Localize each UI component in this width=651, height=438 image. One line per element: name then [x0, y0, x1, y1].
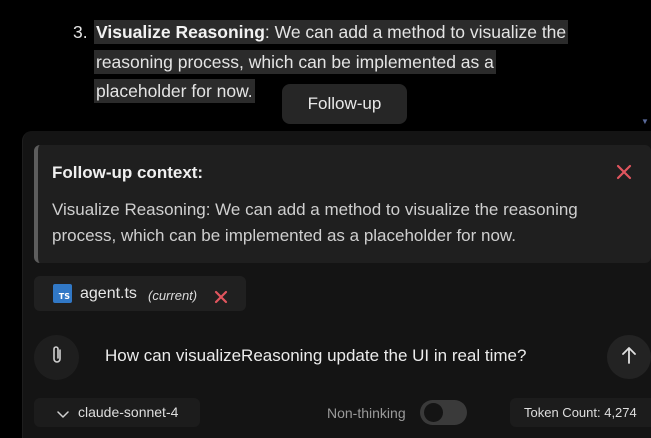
file-name: agent.ts	[80, 285, 137, 302]
list-item-line-2: reasoning process, which can be implemen…	[96, 51, 494, 72]
token-count: Token Count: 4,274	[524, 405, 637, 420]
model-select[interactable]: claude-sonnet-4	[34, 398, 200, 427]
follow-up-button[interactable]: Follow-up	[282, 84, 407, 124]
attach-button[interactable]	[34, 335, 79, 380]
list-item-line-3: placeholder for now.	[96, 81, 253, 101]
file-current-tag: (current)	[148, 288, 198, 303]
chevron-down-icon	[57, 407, 69, 418]
remove-file-icon[interactable]	[214, 290, 228, 304]
close-x-icon[interactable]	[612, 160, 636, 184]
follow-up-context-card: Follow-up context: Visualize Reasoning: …	[34, 145, 651, 263]
arrow-up-icon	[620, 345, 638, 370]
send-button[interactable]	[607, 335, 651, 379]
paperclip-icon	[50, 344, 64, 371]
thinking-label: Non-thinking	[327, 405, 406, 421]
thinking-toggle[interactable]	[420, 400, 467, 425]
attached-file-chip[interactable]: TS agent.ts (current)	[34, 276, 246, 311]
follow-up-context-body: Visualize Reasoning: We can add a method…	[52, 200, 578, 245]
typescript-file-icon: TS	[53, 284, 72, 303]
token-count-badge: Token Count: 4,274	[510, 398, 651, 427]
list-item-heading: Visualize Reasoning	[96, 22, 265, 42]
scroll-down-indicator[interactable]: ▼	[641, 117, 649, 126]
message-input[interactable]: How can visualizeReasoning update the UI…	[105, 346, 526, 366]
model-name: claude-sonnet-4	[78, 404, 179, 420]
follow-up-context-title: Follow-up context:	[52, 163, 204, 182]
list-number: 3.	[73, 22, 88, 42]
list-item-line-1: : We can add a method to visualize the	[264, 22, 567, 42]
toggle-knob	[424, 403, 443, 422]
chat-message-area: 3. Visualize Reasoning: We can add a met…	[0, 0, 651, 130]
